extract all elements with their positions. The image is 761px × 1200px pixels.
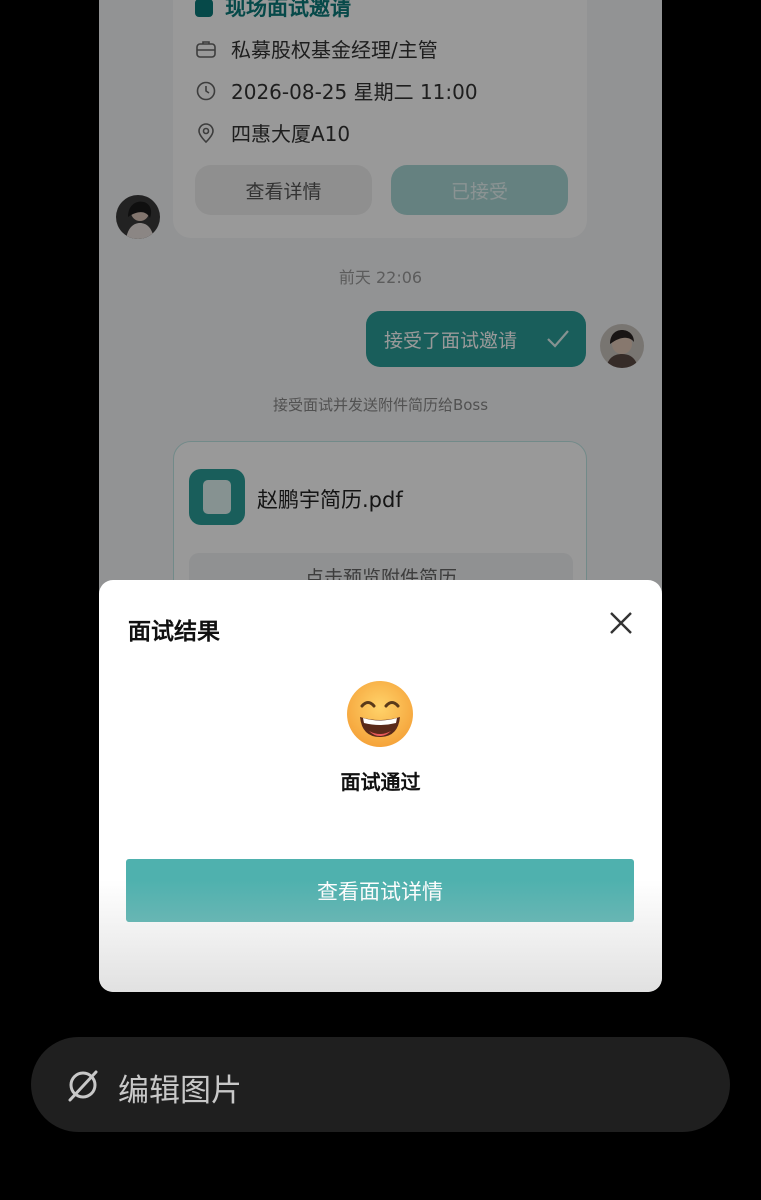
close-icon[interactable]: [604, 606, 638, 640]
result-text: 面试通过: [340, 770, 421, 794]
modal-title: 面试结果: [128, 619, 220, 645]
edit-image-label: 编辑图片: [118, 1073, 242, 1109]
edit-image-bar[interactable]: 编辑图片: [31, 1037, 730, 1132]
edit-image-icon: [68, 1070, 98, 1102]
interview-result-modal: 面试结果 面试通过 查看面试详情: [99, 580, 662, 992]
view-interview-details-button[interactable]: 查看面试详情: [126, 859, 634, 922]
app-screen: 现场面试邀请 私募股权基金经理/主管 2026-08-25 星期二 11:00: [99, 0, 662, 992]
grinning-emoji-icon: [347, 681, 413, 747]
